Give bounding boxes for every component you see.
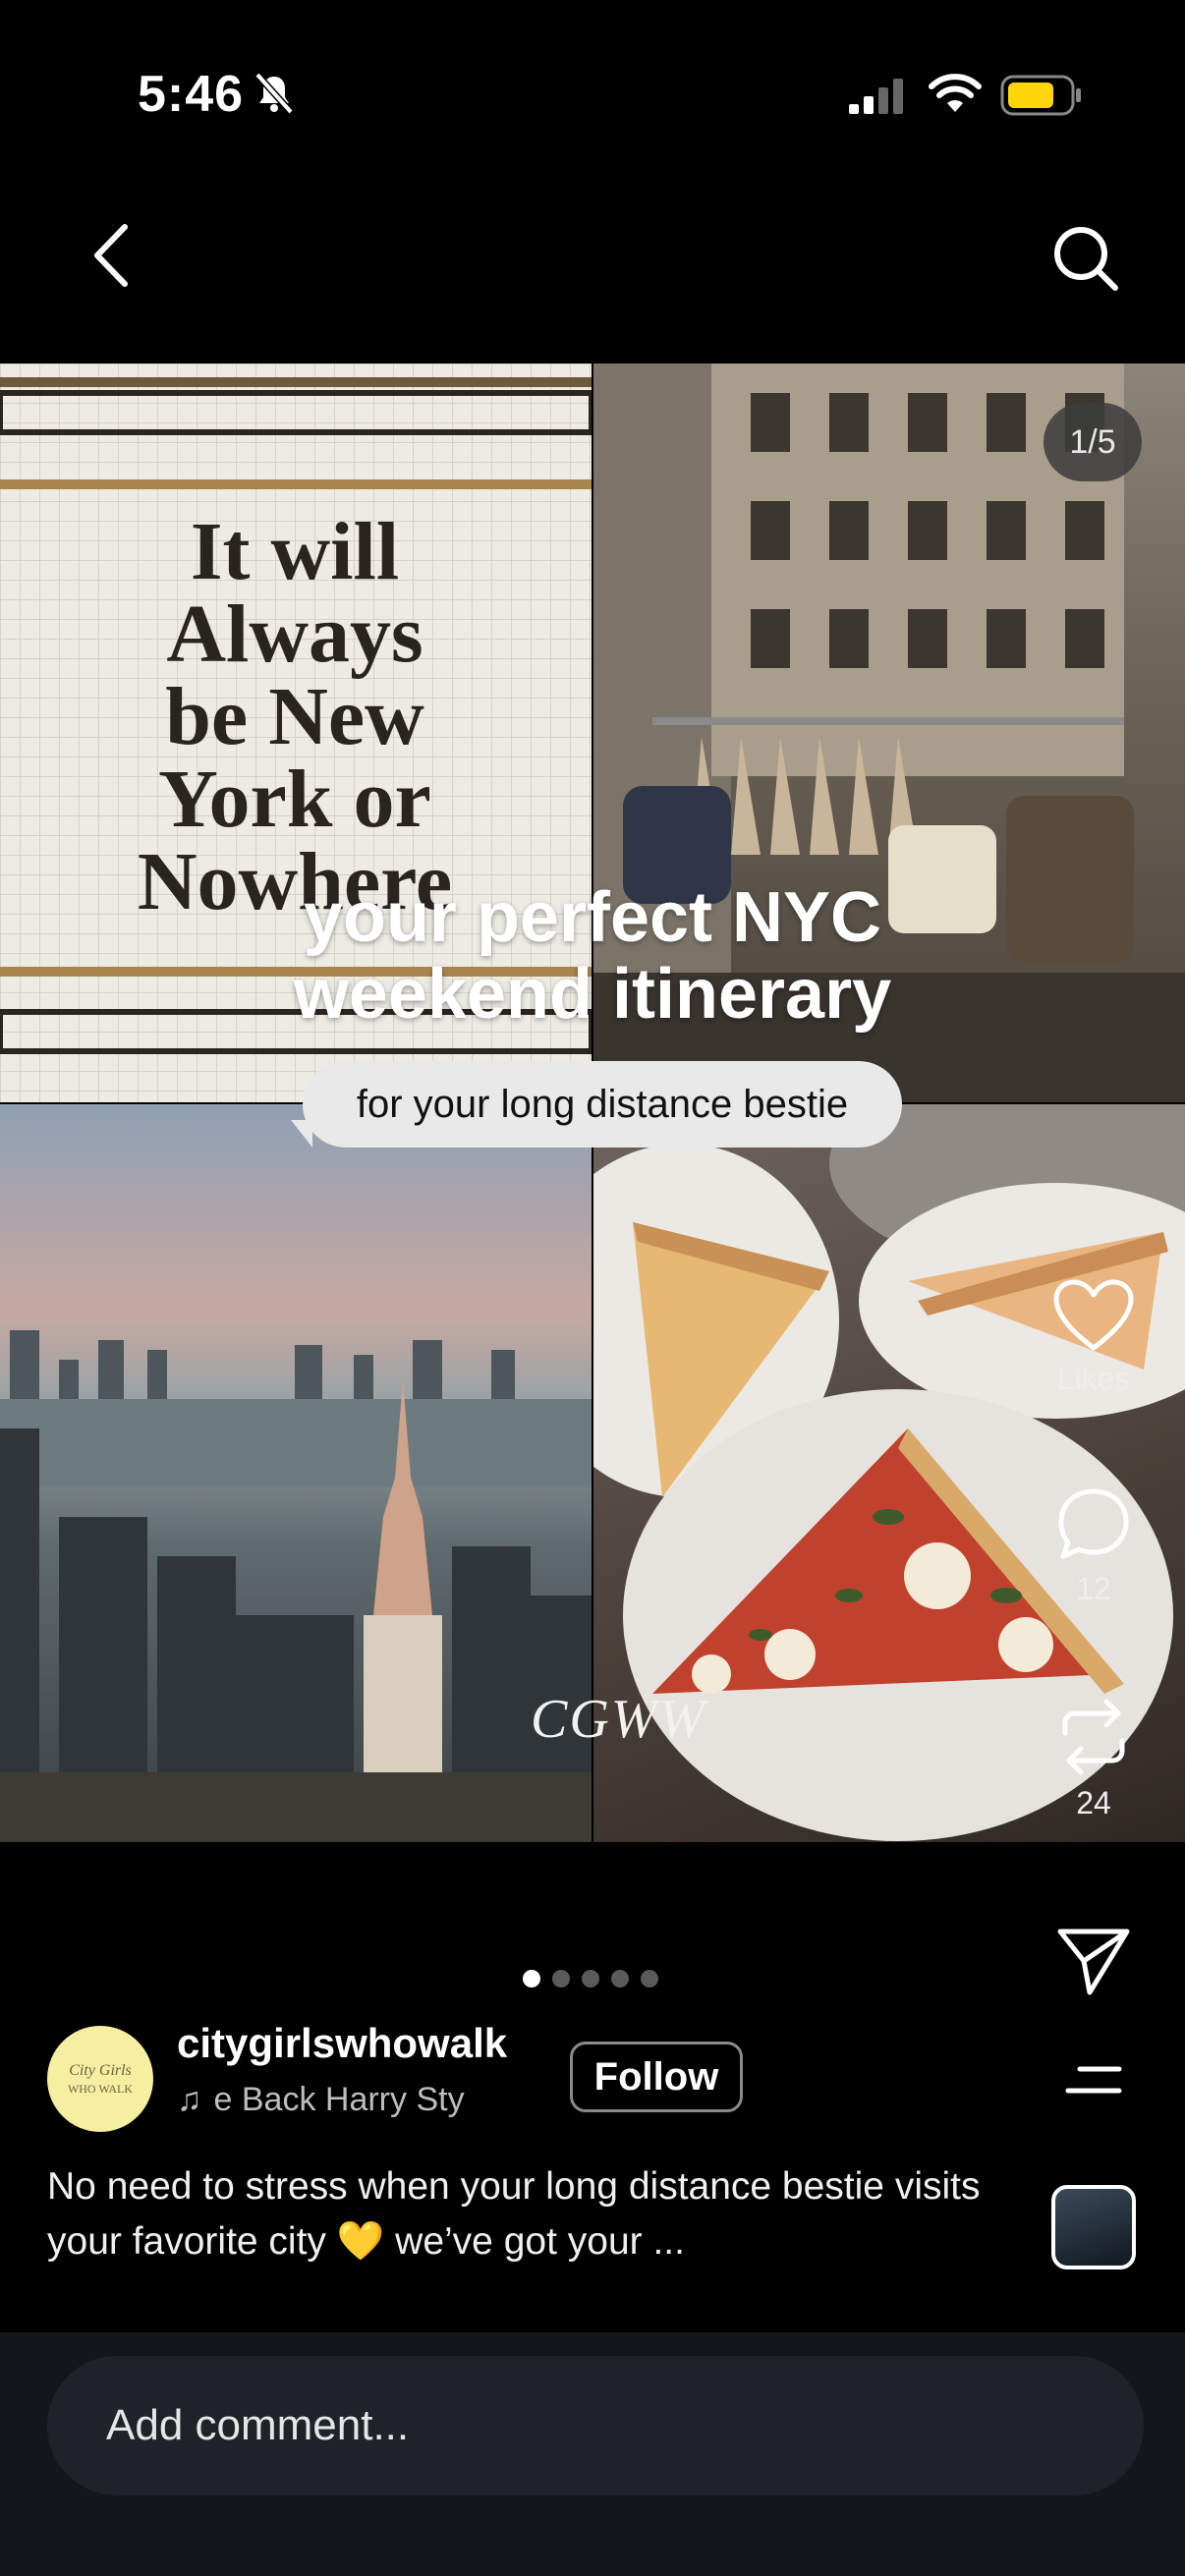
carousel-counter: 1/5 — [1044, 403, 1142, 481]
svg-text:WHO WALK: WHO WALK — [68, 2082, 133, 2096]
svg-text:City Girls: City Girls — [69, 2062, 132, 2079]
music-note-icon: ♫ — [177, 2081, 202, 2118]
carousel-dot — [582, 1970, 599, 1988]
username[interactable]: citygirlswhowalk — [177, 2020, 507, 2067]
more-options-button[interactable] — [1035, 2063, 1153, 2103]
carousel-indicator — [523, 1970, 658, 1988]
headline-line: weekend itinerary — [293, 955, 892, 1034]
headline-line: your perfect NYC — [303, 878, 882, 957]
heart-icon — [1053, 1279, 1134, 1351]
music-track: e Back Harry Sty — [213, 2081, 465, 2118]
status-bar: 5:46 — [0, 0, 1185, 187]
follow-button[interactable]: Follow — [570, 2042, 743, 2112]
repost-icon — [1062, 1699, 1125, 1775]
carousel-dot — [611, 1970, 629, 1988]
search-icon — [1054, 227, 1118, 291]
post-caption[interactable]: No need to stress when your long distanc… — [47, 2159, 1010, 2269]
watermark: CGWW — [531, 1689, 707, 1750]
battery-icon — [1000, 75, 1083, 121]
menu-lines-icon — [1065, 2066, 1122, 2094]
skyline-photo — [0, 1104, 592, 1842]
wifi-icon — [928, 73, 983, 121]
profile-logo-icon: City Girls WHO WALK — [68, 2062, 133, 2096]
comment-input[interactable]: Add comment... — [47, 2356, 1144, 2495]
comment-count: 12 — [1076, 1571, 1111, 1606]
share-button[interactable] — [1035, 1926, 1153, 2001]
sign-line: be New — [165, 671, 424, 762]
comment-bubble-icon — [1058, 1488, 1129, 1559]
status-time: 5:46 — [138, 66, 245, 123]
sign-line: It will — [190, 506, 400, 597]
like-button[interactable]: Likes — [1035, 1279, 1153, 1397]
carousel-dot — [552, 1970, 570, 1988]
music-info[interactable]: ♫ e Back Harry Sty — [177, 2081, 540, 2119]
carousel-dot — [523, 1970, 540, 1988]
audio-thumbnail[interactable] — [1051, 2185, 1136, 2269]
silent-bell-icon — [252, 71, 297, 121]
sign-line: Always — [166, 588, 423, 680]
cellular-signal-icon — [847, 77, 906, 121]
avatar[interactable]: City Girls WHO WALK — [47, 2026, 153, 2132]
repost-count: 24 — [1076, 1785, 1111, 1820]
like-label: Likes — [1056, 1361, 1131, 1396]
top-navigation — [0, 187, 1185, 364]
repost-button[interactable]: 24 — [1035, 1698, 1153, 1821]
subway-sign-lettering: It will Always be New York or Nowhere — [88, 511, 501, 924]
subtitle-bubble: for your long distance bestie — [303, 1061, 902, 1148]
back-button[interactable] — [77, 216, 145, 295]
comment-button[interactable]: 12 — [1035, 1485, 1153, 1607]
carousel-dot — [641, 1970, 658, 1988]
send-icon — [1057, 1929, 1130, 1995]
post-headline: your perfect NYC weekend itinerary — [0, 879, 1185, 1033]
chevron-left-icon — [94, 224, 128, 287]
search-button[interactable] — [1042, 214, 1130, 303]
sign-line: York or — [158, 754, 431, 845]
